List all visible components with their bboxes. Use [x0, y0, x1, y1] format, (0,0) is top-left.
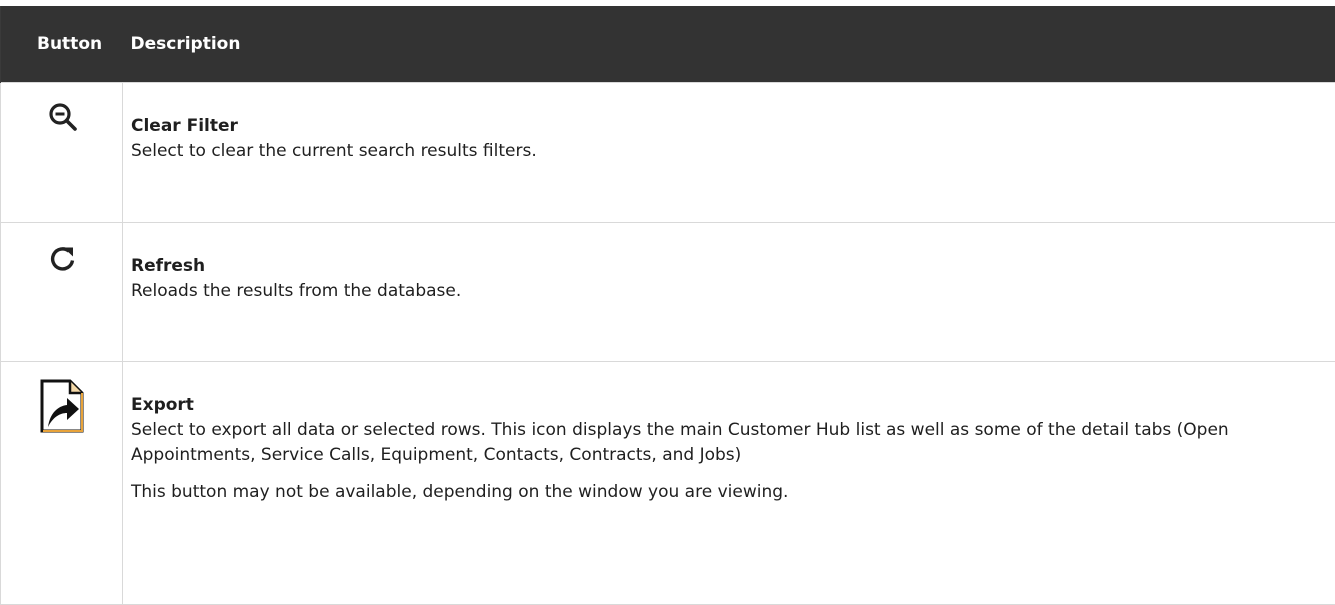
table-row: Export Select to export all data or sele…	[1, 362, 1335, 605]
icon-cell	[1, 223, 123, 362]
icon-cell	[1, 362, 123, 605]
item-title: Clear Filter	[131, 114, 1327, 139]
table-header-row: Button Description	[1, 6, 1335, 83]
description-cell: Refresh Reloads the results from the dat…	[123, 223, 1335, 362]
item-title: Export	[131, 393, 1327, 418]
refresh-icon	[48, 243, 78, 281]
header-button: Button	[1, 6, 123, 83]
header-description: Description	[123, 6, 1335, 83]
item-description: Select to export all data or selected ro…	[131, 418, 1327, 468]
buttons-table: Button Description Clear Filter Select t…	[0, 6, 1335, 605]
icon-cell	[1, 83, 123, 223]
table-row: Refresh Reloads the results from the dat…	[1, 223, 1335, 362]
item-description: Reloads the results from the database.	[131, 279, 1327, 304]
export-icon	[38, 379, 86, 441]
item-description: Select to clear the current search resul…	[131, 139, 1327, 164]
description-cell: Export Select to export all data or sele…	[123, 362, 1335, 605]
item-note: This button may not be available, depend…	[131, 480, 1327, 505]
item-title: Refresh	[131, 254, 1327, 279]
table-row: Clear Filter Select to clear the current…	[1, 83, 1335, 223]
description-cell: Clear Filter Select to clear the current…	[123, 83, 1335, 223]
zoom-out-icon	[48, 102, 78, 140]
